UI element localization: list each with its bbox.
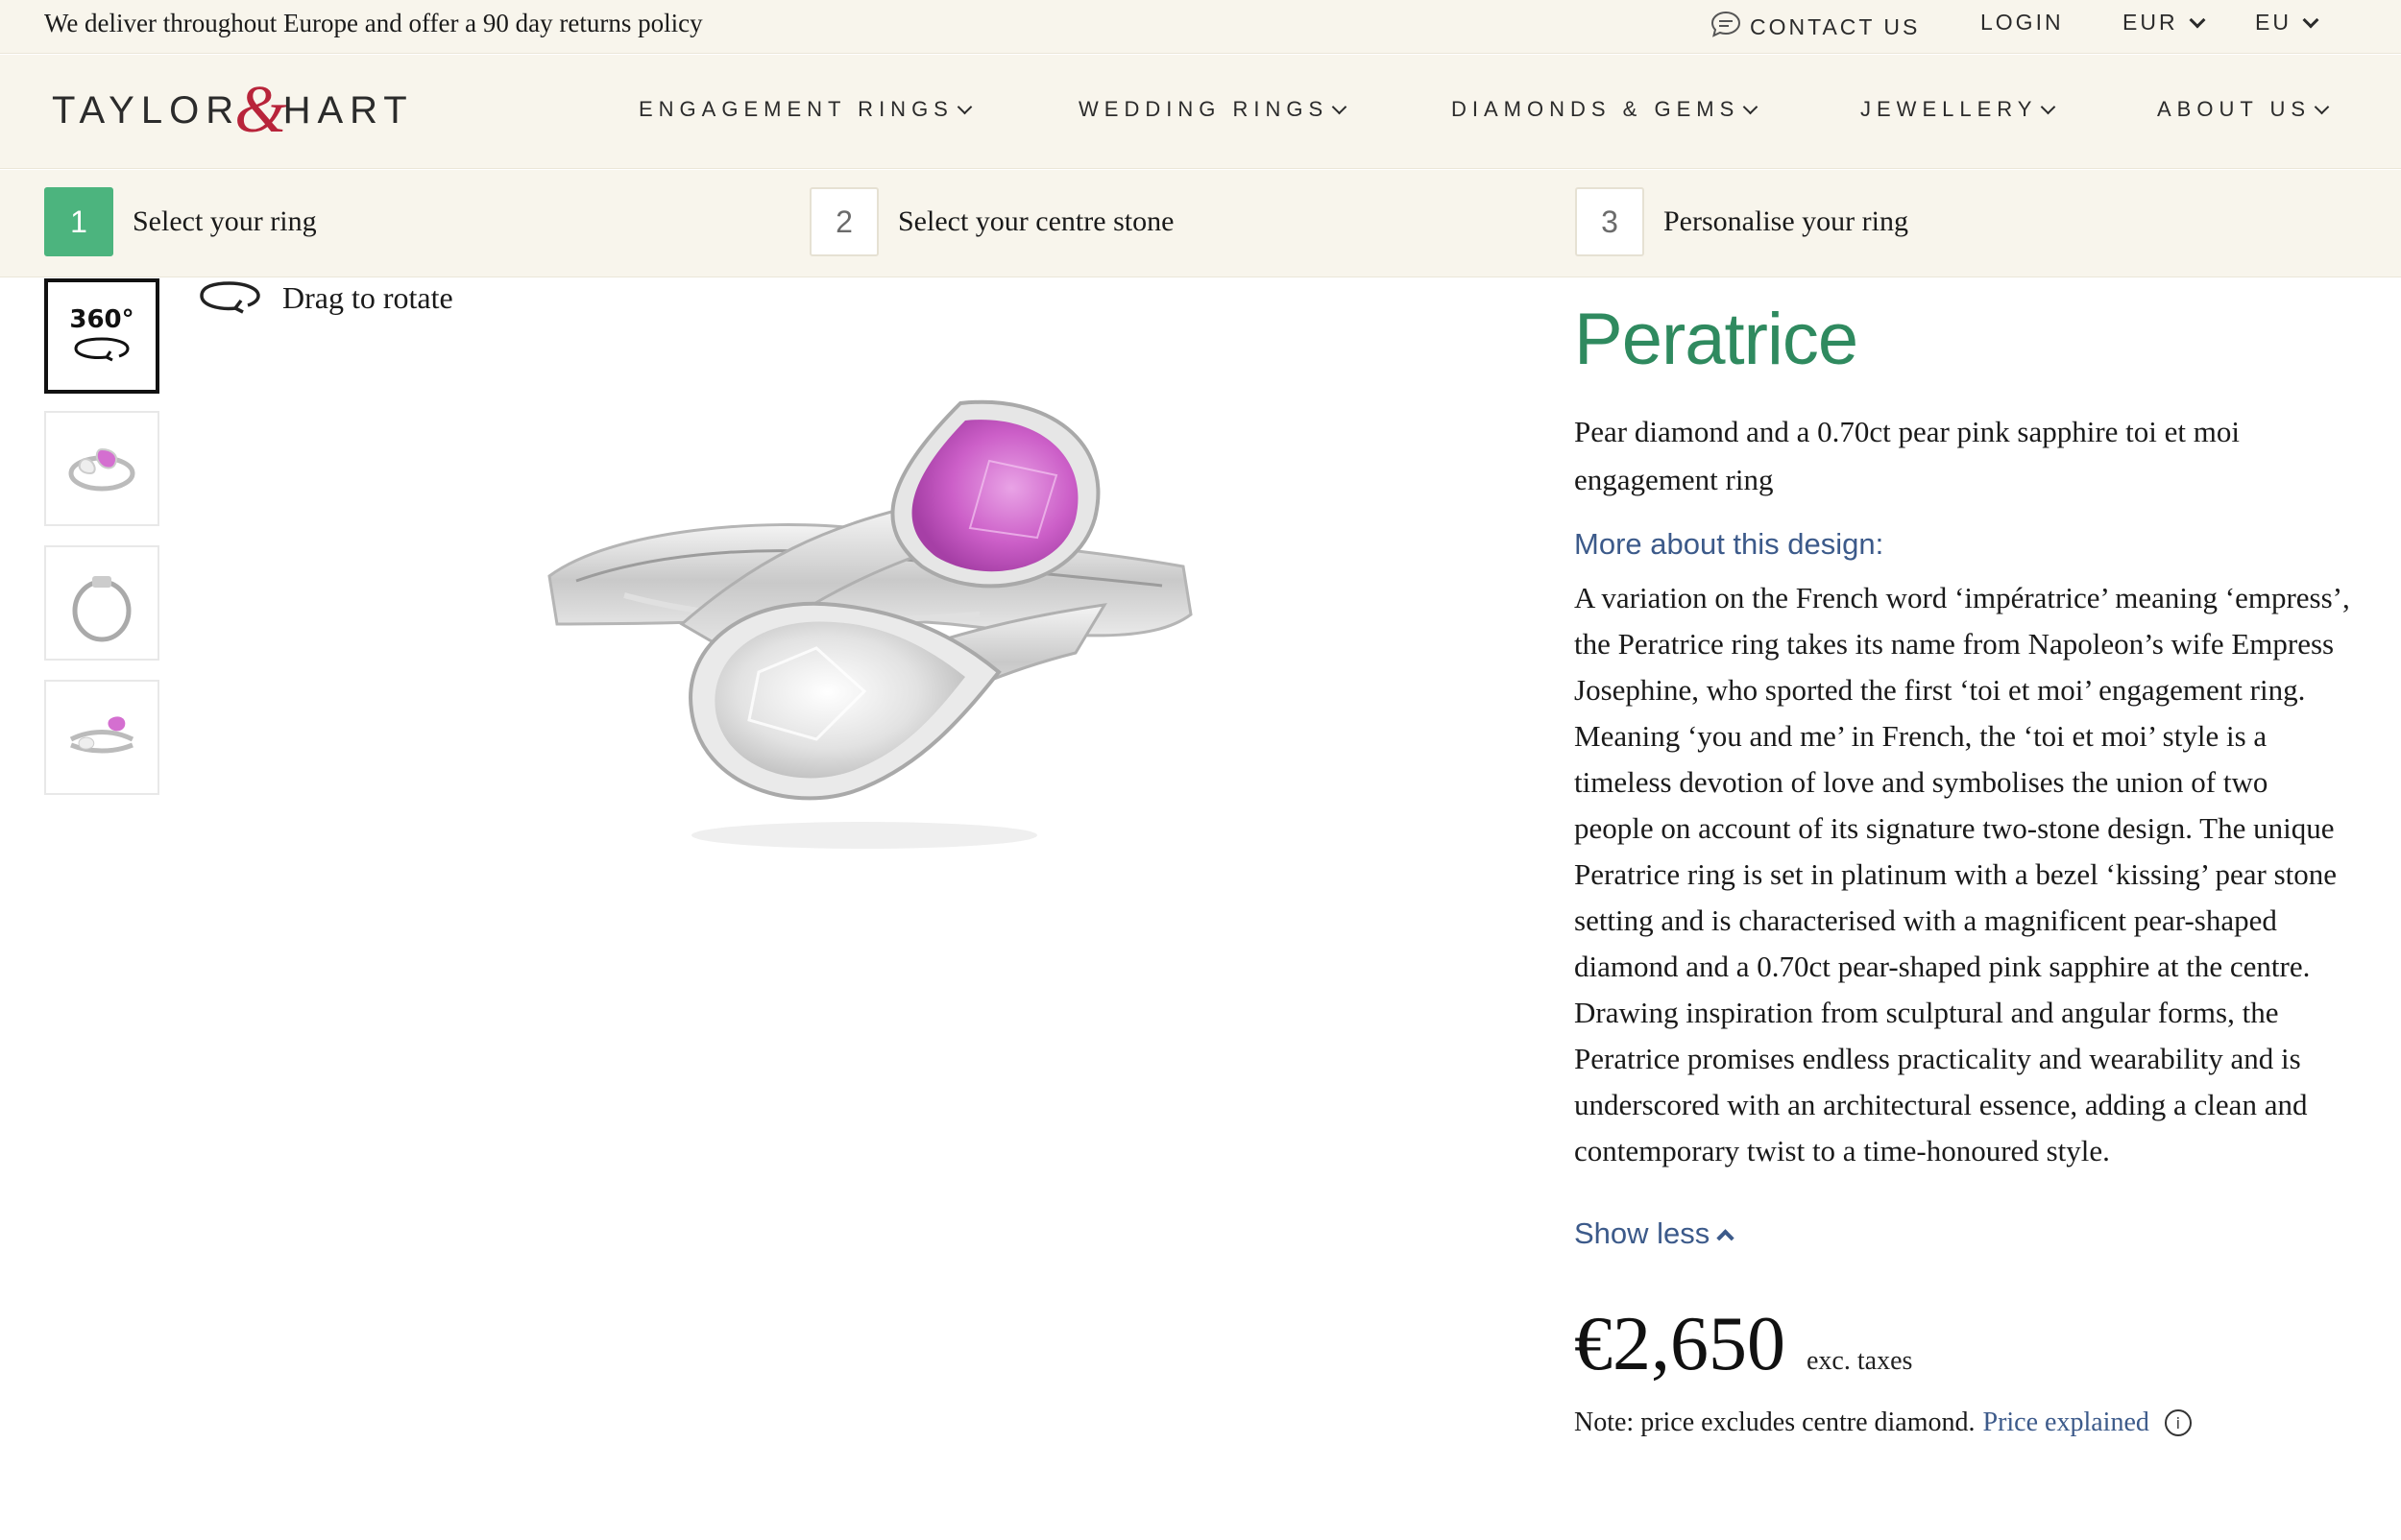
nav-label: JEWELLERY xyxy=(1860,97,2038,121)
login-label: LOGIN xyxy=(1980,10,2064,35)
ring-thumbnail-image xyxy=(72,576,132,642)
rotate-icon xyxy=(196,277,263,320)
currency-selector[interactable]: EUR xyxy=(2122,10,2206,36)
chevron-up-icon xyxy=(1716,1228,1734,1247)
nav-engagement-rings[interactable]: ENGAGEMENT RINGS xyxy=(639,97,973,122)
price-row: €2,650 exc. taxes xyxy=(1574,1301,2352,1388)
ring-thumbnail-image xyxy=(69,716,134,754)
nav-label: DIAMONDS & GEMS xyxy=(1451,97,1740,121)
step-label: Select your ring xyxy=(133,205,317,237)
chat-bubble-icon xyxy=(1710,10,1742,44)
step-personalise-ring[interactable]: 3 Personalise your ring xyxy=(1575,187,1908,256)
price-explained-link[interactable]: Price explained xyxy=(1983,1408,2149,1438)
nav-wedding-rings[interactable]: WEDDING RINGS xyxy=(1079,97,1347,122)
ring-360-viewer[interactable] xyxy=(538,384,1210,883)
contact-us-label: CONTACT US xyxy=(1750,13,1921,39)
product-title: Peratrice xyxy=(1574,299,1858,380)
more-about-design-heading: More about this design: xyxy=(1574,527,1884,561)
price-note-text: Note: price excludes centre diamond. xyxy=(1574,1408,1976,1437)
region-selector[interactable]: EU xyxy=(2255,10,2319,36)
chevron-down-icon xyxy=(2314,99,2330,114)
360-badge-label: 360° xyxy=(69,304,134,334)
product-subtitle: Pear diamond and a 0.70ct pear pink sapp… xyxy=(1574,415,2241,496)
logo-text-left: TAYLOR xyxy=(52,88,241,132)
chevron-down-icon xyxy=(957,99,973,114)
step-select-centre-stone[interactable]: 2 Select your centre stone xyxy=(810,187,1174,256)
drag-to-rotate-hint: Drag to rotate xyxy=(196,277,453,320)
show-less-button[interactable]: Show less xyxy=(1574,1216,2352,1251)
ring-thumbnail-image xyxy=(68,447,135,492)
top-utility-bar: We deliver throughout Europe and offer a… xyxy=(0,0,2401,54)
main-header: TAYLOR & HART ENGAGEMENT RINGS WEDDING RIN… xyxy=(0,55,2401,169)
step-number: 1 xyxy=(44,187,113,256)
thumbnail-360-view[interactable]: 360° xyxy=(44,278,159,394)
info-icon[interactable]: i xyxy=(2164,1409,2192,1436)
drag-to-rotate-label: Drag to rotate xyxy=(282,280,453,315)
thumbnail-front-view[interactable] xyxy=(44,680,159,795)
chevron-down-icon xyxy=(2302,12,2319,28)
chevron-down-icon xyxy=(2189,12,2206,28)
logo-text-right: HART xyxy=(282,88,414,132)
rotate-icon xyxy=(68,334,135,368)
nav-label: WEDDING RINGS xyxy=(1079,97,1329,121)
thumbnail-side-view[interactable] xyxy=(44,545,159,661)
step-number: 3 xyxy=(1575,187,1644,256)
region-label: EU xyxy=(2255,10,2292,35)
chevron-down-icon xyxy=(1331,99,1347,114)
nav-label: ABOUT US xyxy=(2157,97,2312,121)
product-price: €2,650 xyxy=(1574,1302,1785,1386)
logo-ampersand: & xyxy=(234,73,287,147)
price-note: Note: price excludes centre diamond. Pri… xyxy=(1574,1408,2352,1438)
contact-us-link[interactable]: CONTACT US xyxy=(1710,10,1920,44)
step-label: Select your centre stone xyxy=(898,205,1175,237)
step-number: 2 xyxy=(810,187,879,256)
chevron-down-icon xyxy=(2041,99,2056,114)
step-label: Personalise your ring xyxy=(1663,205,1908,237)
login-link[interactable]: LOGIN xyxy=(1980,10,2064,36)
delivery-promo-text: We deliver throughout Europe and offer a… xyxy=(44,9,703,37)
tax-note: exc. taxes xyxy=(1807,1346,1913,1376)
chevron-down-icon xyxy=(1742,99,1758,114)
nav-diamonds-gems[interactable]: DIAMONDS & GEMS xyxy=(1451,97,1758,122)
step-select-ring[interactable]: 1 Select your ring xyxy=(44,187,317,256)
currency-label: EUR xyxy=(2122,10,2178,35)
nav-jewellery[interactable]: JEWELLERY xyxy=(1860,97,2056,122)
show-less-label: Show less xyxy=(1574,1216,1710,1250)
thumbnail-angled-view[interactable] xyxy=(44,411,159,526)
nav-label: ENGAGEMENT RINGS xyxy=(639,97,954,121)
configurator-steps: 1 Select your ring 2 Select your centre … xyxy=(0,170,2401,277)
nav-about-us[interactable]: ABOUT US xyxy=(2157,97,2330,122)
product-description: A variation on the French word ‘impératr… xyxy=(1574,581,2350,1167)
product-details-panel: Peratrice Pear diamond and a 0.70ct pear… xyxy=(1574,298,2352,1438)
taylor-hart-logo[interactable]: TAYLOR & HART xyxy=(52,77,414,144)
ring-product-image xyxy=(547,399,1193,849)
